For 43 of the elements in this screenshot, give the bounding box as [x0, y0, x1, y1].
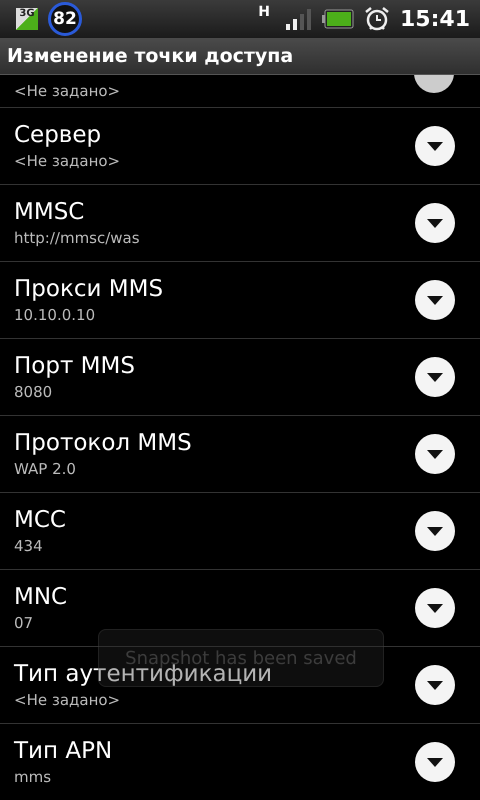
- setting-summary: 434: [14, 537, 44, 555]
- setting-summary: 07: [14, 614, 34, 632]
- setting-summary: 8080: [14, 383, 54, 401]
- dropdown-button[interactable]: [415, 588, 455, 628]
- screen-title: Изменение точки доступа: [7, 45, 294, 67]
- setting-title: MCC: [14, 507, 66, 533]
- setting-title: MNC: [14, 584, 68, 610]
- setting-title: Протокол MMS: [14, 430, 192, 456]
- dropdown-button[interactable]: [415, 357, 455, 397]
- setting-row[interactable]: Порт MMS 8080: [0, 339, 480, 416]
- notification-badge: 82: [48, 2, 82, 36]
- setting-row[interactable]: Прокси MMS 10.10.0.10: [0, 262, 480, 339]
- setting-summary: http://mmsc/was: [14, 229, 140, 247]
- setting-row[interactable]: Тип APN mms: [0, 724, 480, 800]
- dropdown-button[interactable]: [415, 126, 455, 166]
- setting-row[interactable]: MCC 434: [0, 493, 480, 570]
- setting-title: MMSC: [14, 199, 86, 225]
- setting-title: Порт MMS: [14, 353, 135, 379]
- setting-title: Прокси MMS: [14, 276, 164, 302]
- dropdown-button[interactable]: [415, 665, 455, 705]
- dropdown-button[interactable]: [415, 511, 455, 551]
- dropdown-button[interactable]: [415, 280, 455, 320]
- setting-row[interactable]: Сервер <Не задано>: [0, 108, 480, 185]
- signal-icon: [286, 8, 312, 30]
- setting-row[interactable]: MNC 07: [0, 570, 480, 647]
- alarm-clock-icon: [364, 6, 390, 32]
- dropdown-button[interactable]: [415, 742, 455, 782]
- setting-summary: 10.10.0.10: [14, 306, 96, 324]
- dropdown-button[interactable]: [415, 203, 455, 243]
- data-icon: H: [258, 4, 270, 20]
- dropdown-button[interactable]: [414, 75, 454, 93]
- setting-summary: <Не задано>: [14, 82, 120, 100]
- setting-title: Сервер: [14, 122, 102, 148]
- clock-time: 15:41: [400, 6, 470, 32]
- setting-summary: mms: [14, 768, 52, 786]
- setting-summary: WAP 2.0: [14, 460, 77, 478]
- dropdown-button[interactable]: [415, 434, 455, 474]
- setting-row[interactable]: MMSC http://mmsc/was: [0, 185, 480, 262]
- setting-summary: <Не задано>: [14, 691, 122, 709]
- setting-summary: <Не задано>: [14, 152, 120, 170]
- setting-title: Тип APN: [14, 738, 112, 764]
- battery-icon: [322, 9, 354, 29]
- setting-row[interactable]: Протокол MMS WAP 2.0: [0, 416, 480, 493]
